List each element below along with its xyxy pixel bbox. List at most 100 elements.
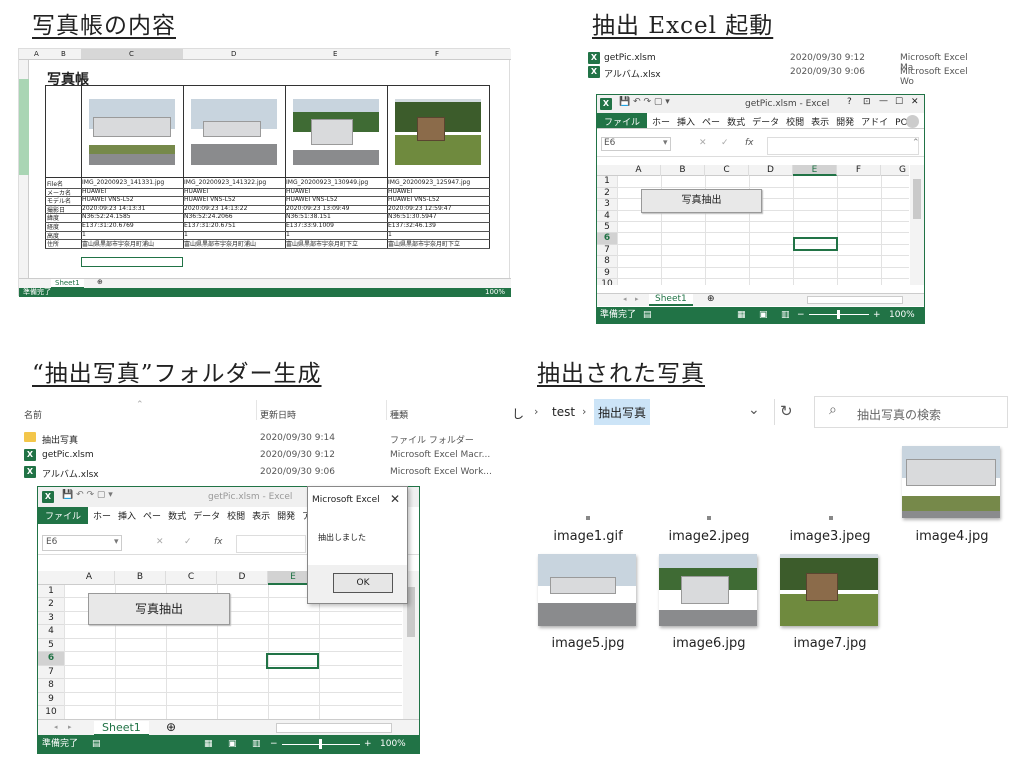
col-header-type[interactable]: 種類 — [390, 408, 408, 421]
ribbon-tab[interactable]: 数式 — [168, 507, 186, 522]
scroll-left-icon[interactable]: ◂ — [623, 295, 627, 303]
zoom-level[interactable]: 100% — [485, 288, 505, 297]
normal-view-icon[interactable]: ▦ — [204, 735, 213, 753]
ribbon-tab[interactable]: 校閲 — [227, 507, 245, 522]
image6-thumbnail[interactable] — [659, 554, 757, 626]
row-header[interactable]: 9 — [38, 692, 64, 706]
ribbon-tab[interactable]: 表示 — [811, 113, 829, 128]
breadcrumb-current[interactable]: 抽出写真 — [594, 399, 651, 425]
formula-input[interactable] — [236, 535, 306, 553]
sheet-tab[interactable]: Sheet1 — [94, 721, 149, 736]
column-header[interactable]: D — [217, 571, 268, 585]
ribbon-tab[interactable]: データ — [193, 507, 220, 522]
row-header[interactable]: 3 — [38, 611, 64, 625]
ribbon-tab[interactable]: ホー — [652, 113, 670, 128]
column-header[interactable]: F — [837, 165, 881, 177]
user-avatar-icon[interactable] — [906, 115, 919, 128]
zoom-level[interactable]: 100% — [889, 307, 915, 323]
ribbon-tab[interactable]: データ — [752, 113, 779, 128]
column-header[interactable]: B — [661, 165, 705, 177]
col-c[interactable]: C — [129, 50, 134, 58]
macro-record-icon[interactable]: ▤ — [92, 735, 101, 753]
macro-record-icon[interactable]: ▤ — [643, 307, 652, 323]
column-header[interactable]: C — [705, 165, 749, 177]
help-icon[interactable]: ? — [847, 97, 852, 107]
scroll-left-icon[interactable]: ◂ — [54, 723, 58, 731]
image4-label[interactable]: image4.jpg — [902, 529, 1002, 544]
page-layout-icon[interactable]: ▣ — [228, 735, 237, 753]
row-header[interactable]: 10 — [597, 279, 617, 285]
close-icon[interactable]: ✕ — [911, 97, 919, 107]
row-header[interactable]: 6 — [38, 652, 64, 666]
row-header[interactable]: 5 — [38, 638, 64, 652]
quick-access-icons[interactable]: 💾 ↶ ↷ ▢ ▾ — [619, 97, 670, 107]
extract-photos-button[interactable]: 写真抽出 — [641, 189, 762, 213]
enter-icon[interactable]: ✓ — [184, 537, 192, 547]
row-header[interactable]: 3 — [597, 199, 617, 211]
breadcrumb-parent[interactable]: し — [512, 405, 524, 422]
extract-photos-button[interactable]: 写真抽出 — [88, 593, 230, 625]
add-sheet-icon[interactable]: ⊕ — [707, 294, 715, 304]
image1-label[interactable]: image1.gif — [538, 529, 638, 544]
row-header[interactable]: 1 — [597, 176, 617, 188]
file-row[interactable]: X アルバム.xlsx 2020/09/30 9:06 Microsoft Ex… — [588, 66, 978, 87]
scroll-right-icon[interactable]: ▸ — [635, 295, 639, 303]
row-header[interactable]: 4 — [38, 625, 64, 639]
explorer-row[interactable]: XgetPic.xlsm 2020/09/30 9:12 Microsoft Exc… — [24, 449, 504, 466]
row-header[interactable]: 4 — [597, 210, 617, 222]
column-header[interactable]: A — [64, 571, 115, 585]
row-header[interactable]: 8 — [597, 256, 617, 268]
maximize-icon[interactable]: ☐ — [895, 97, 903, 107]
row-header[interactable]: 5 — [597, 222, 617, 234]
image2-label[interactable]: image2.jpeg — [659, 529, 759, 544]
col-d[interactable]: D — [231, 50, 236, 58]
row-header[interactable]: 2 — [597, 187, 617, 200]
explorer-row[interactable]: 抽出写真 2020/09/30 9:14 ファイル フォルダー — [24, 432, 504, 449]
column-header[interactable]: A — [617, 165, 661, 177]
breadcrumb-test[interactable]: test — [552, 405, 575, 419]
col-header-name[interactable]: 名前 — [24, 408, 42, 421]
gif-thumb-icon[interactable] — [586, 516, 590, 520]
dialog-close-button[interactable]: ✕ — [390, 492, 400, 506]
refresh-icon[interactable]: ↻ — [780, 402, 793, 420]
minimize-icon[interactable]: — — [879, 96, 888, 106]
name-box-dropdown-icon[interactable]: ▾ — [114, 537, 119, 547]
image6-label[interactable]: image6.jpg — [659, 636, 759, 651]
row-header[interactable]: 7 — [38, 665, 64, 679]
jpeg-thumb-icon[interactable] — [707, 516, 711, 520]
formula-input[interactable] — [767, 137, 919, 155]
ribbon-tab[interactable]: ファイル — [597, 113, 648, 128]
image5-thumbnail[interactable] — [538, 554, 636, 626]
zoom-in-icon[interactable]: + — [873, 307, 881, 323]
cancel-icon[interactable]: ✕ — [156, 537, 164, 547]
column-header[interactable]: G — [881, 165, 909, 176]
ribbon-tab[interactable]: 挿入 — [677, 113, 695, 128]
name-box[interactable]: E6 — [42, 535, 122, 551]
ok-button[interactable]: OK — [333, 573, 393, 593]
ribbon-tab[interactable]: 開発 — [836, 113, 854, 128]
ribbon-tab[interactable]: 挿入 — [118, 507, 136, 522]
page-break-icon[interactable]: ▥ — [781, 307, 790, 323]
zoom-in-icon[interactable]: + — [364, 735, 372, 753]
zoom-out-icon[interactable]: − — [797, 307, 805, 323]
ribbon-tab[interactable]: 表示 — [252, 507, 270, 522]
col-f[interactable]: F — [435, 50, 439, 58]
col-a[interactable]: A — [34, 50, 39, 58]
normal-view-icon[interactable]: ▦ — [737, 307, 746, 323]
column-header[interactable]: C — [166, 571, 217, 585]
quick-access-icons[interactable]: 💾 ↶ ↷ ▢ ▾ — [62, 490, 113, 500]
name-box-dropdown-icon[interactable]: ▾ — [663, 138, 668, 148]
sheet-tab[interactable]: Sheet1 — [649, 294, 693, 306]
image7-label[interactable]: image7.jpg — [780, 636, 880, 651]
ribbon-display-icon[interactable]: ⊡ — [863, 97, 871, 107]
ribbon-tab[interactable]: 数式 — [727, 113, 745, 128]
ribbon-tab[interactable]: 校閲 — [786, 113, 804, 128]
row-header[interactable]: 7 — [597, 244, 617, 257]
add-sheet-icon[interactable]: ⊕ — [166, 720, 176, 734]
ribbon-tab[interactable]: ペー — [143, 507, 161, 522]
scroll-right-icon[interactable]: ▸ — [68, 723, 72, 731]
image5-label[interactable]: image5.jpg — [538, 636, 638, 651]
search-box[interactable]: ⌕ 抽出写真の検索 — [814, 396, 1008, 428]
add-sheet-icon[interactable]: ⊕ — [97, 278, 103, 286]
cancel-icon[interactable]: ✕ — [699, 138, 707, 148]
